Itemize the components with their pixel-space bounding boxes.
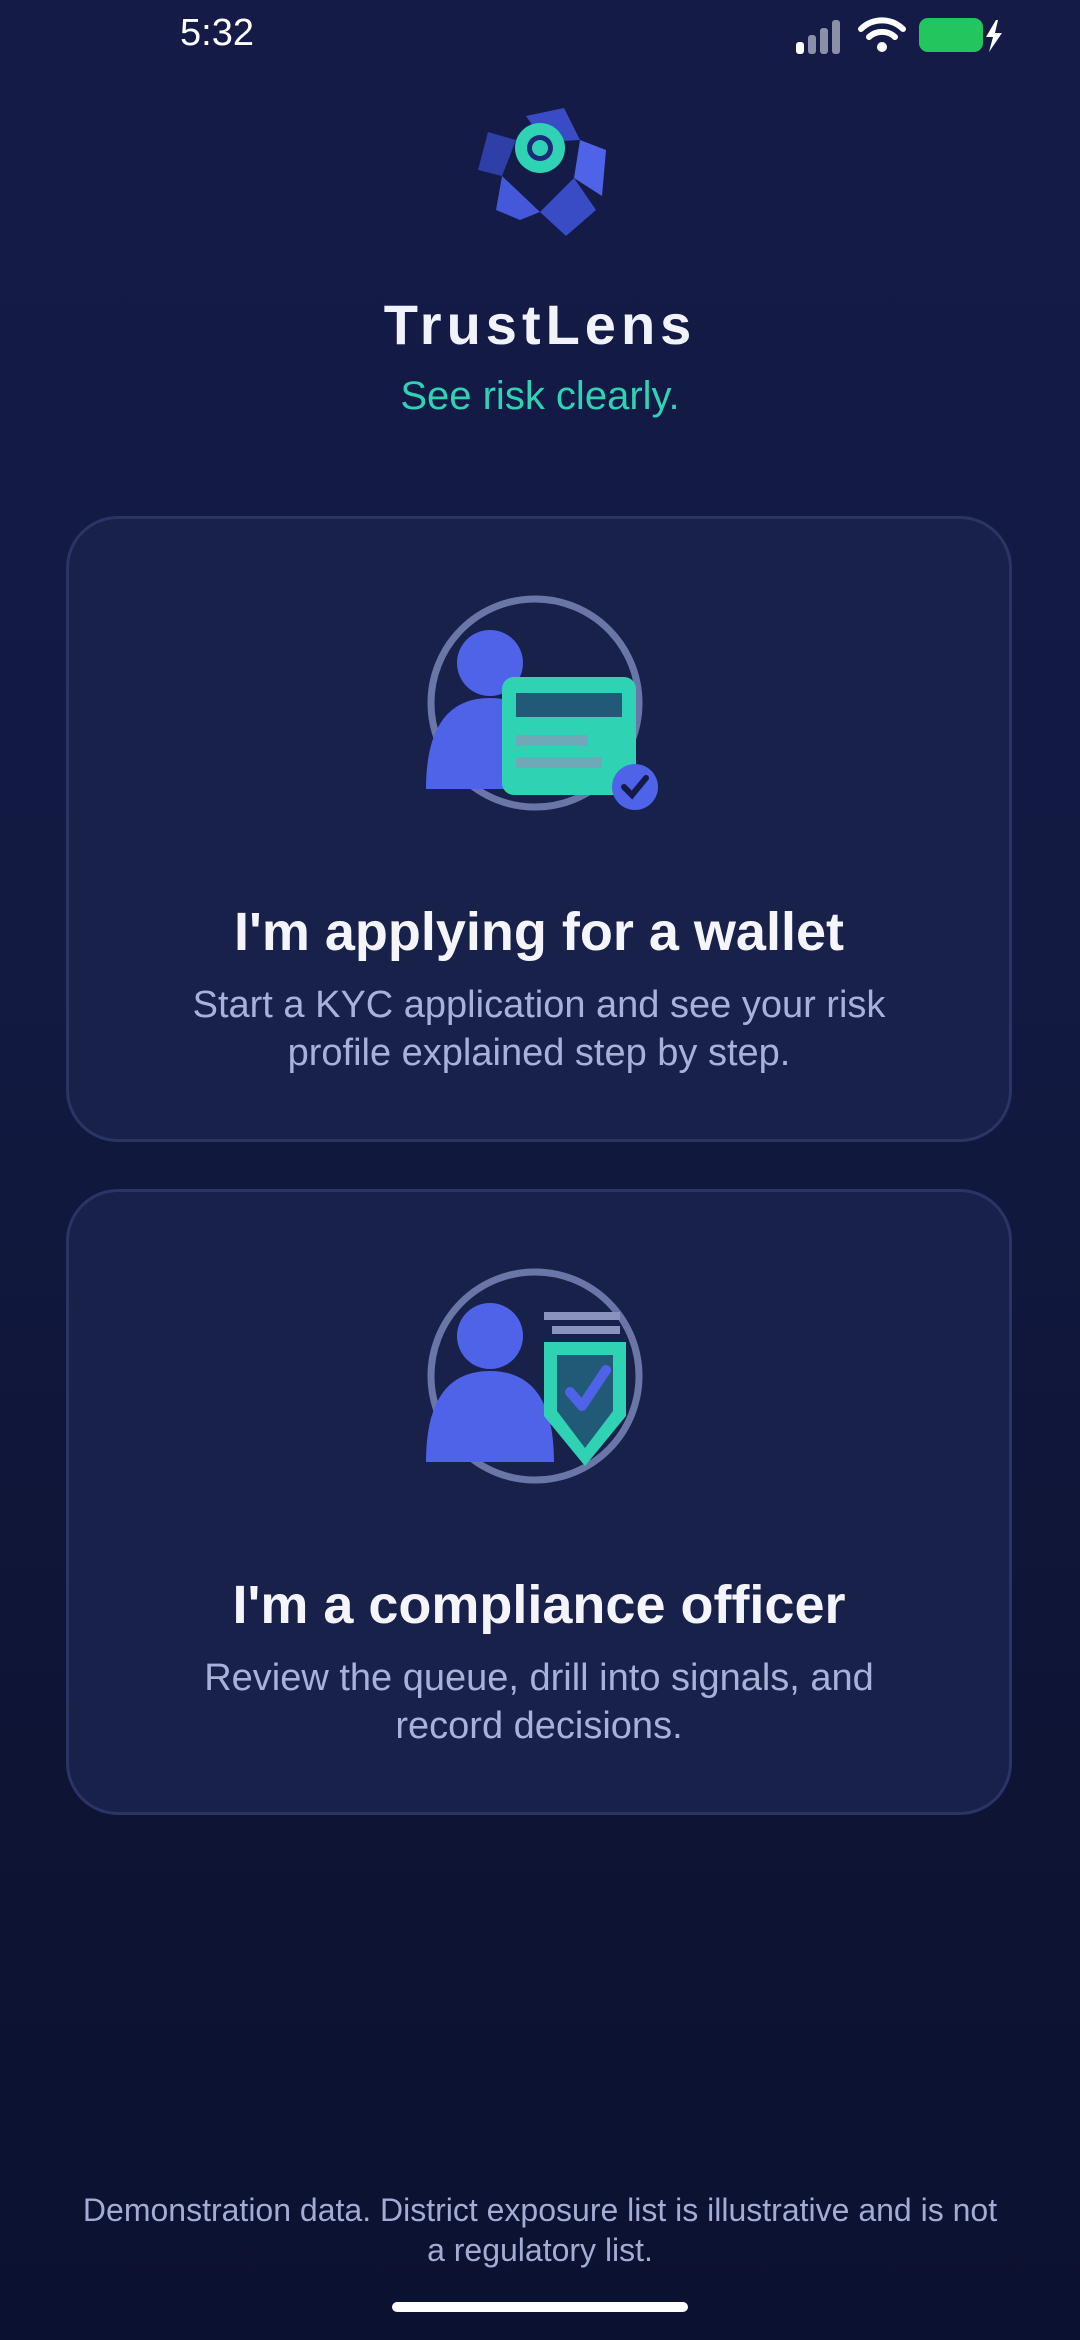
officer-shield-icon — [426, 1266, 662, 1502]
battery-charging-icon — [918, 16, 1004, 61]
status-bar: 5:32 — [0, 0, 1080, 72]
home-indicator[interactable] — [392, 2302, 688, 2312]
role-card-applicant[interactable]: I'm applying for a wallet Start a KYC ap… — [66, 516, 1012, 1142]
card-description: Review the queue, drill into signals, an… — [204, 1657, 874, 1747]
card-description: Start a KYC application and see your ris… — [192, 984, 886, 1074]
card-title: I'm applying for a wallet — [234, 902, 844, 962]
disclaimer-note: Demonstration data. District exposure li… — [82, 2192, 998, 2268]
wifi-icon — [858, 16, 906, 59]
status-time: 5:32 — [180, 12, 254, 54]
card-title: I'm a compliance officer — [232, 1575, 846, 1635]
app-tagline: See risk clearly. — [400, 374, 680, 418]
role-card-compliance-officer[interactable]: I'm a compliance officer Review the queu… — [66, 1189, 1012, 1815]
app-title: TrustLens — [383, 293, 697, 356]
signal-icon — [794, 18, 844, 59]
applicant-id-card-icon — [426, 593, 662, 829]
trustlens-logo — [470, 100, 610, 255]
